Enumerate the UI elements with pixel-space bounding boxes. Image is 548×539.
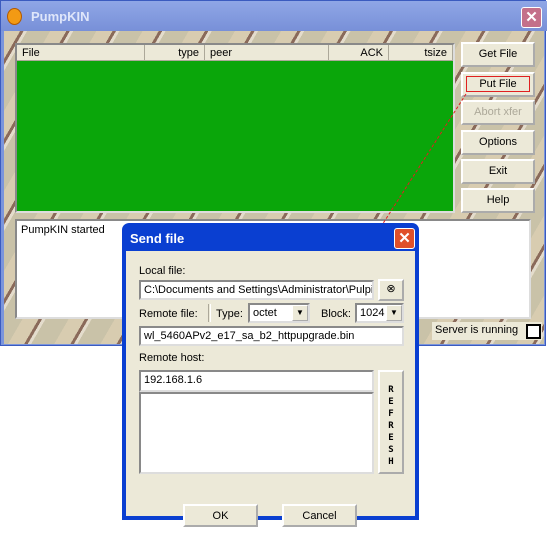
remote-host-label: Remote host: xyxy=(139,352,205,364)
refresh-button[interactable]: REFRESH xyxy=(378,370,404,474)
type-select[interactable]: octet ▼ xyxy=(248,303,310,323)
cancel-button[interactable]: Cancel xyxy=(282,504,357,527)
remote-host-list[interactable] xyxy=(139,392,374,474)
send-file-dialog: Send file ✕ Local file: C:\Documents and… xyxy=(122,223,419,527)
local-file-input[interactable]: C:\Documents and Settings\Administrator\… xyxy=(139,280,374,300)
remote-file-label: Remote file: xyxy=(139,308,198,320)
remote-host-input[interactable]: 192.168.1.6 xyxy=(139,370,374,392)
remote-file-input[interactable]: wl_5460APv2_e17_sa_b2_httpupgrade.bin xyxy=(139,326,404,346)
dialog-body: Local file: C:\Documents and Settings\Ad… xyxy=(126,251,415,527)
chevron-down-icon: ▼ xyxy=(386,305,402,321)
local-file-label: Local file: xyxy=(139,265,186,277)
block-select[interactable]: 1024 ▼ xyxy=(355,303,404,323)
dialog-title: Send file xyxy=(130,231,185,246)
browse-button[interactable]: ⊗ xyxy=(378,279,404,301)
type-label: Type: xyxy=(216,308,243,320)
chevron-down-icon: ▼ xyxy=(292,305,308,321)
type-value: octet xyxy=(253,307,277,319)
dialog-close-button[interactable]: ✕ xyxy=(394,228,415,249)
block-value: 1024 xyxy=(360,307,385,319)
ok-button[interactable]: OK xyxy=(183,504,258,527)
block-label: Block: xyxy=(321,308,351,320)
separator xyxy=(208,304,211,322)
